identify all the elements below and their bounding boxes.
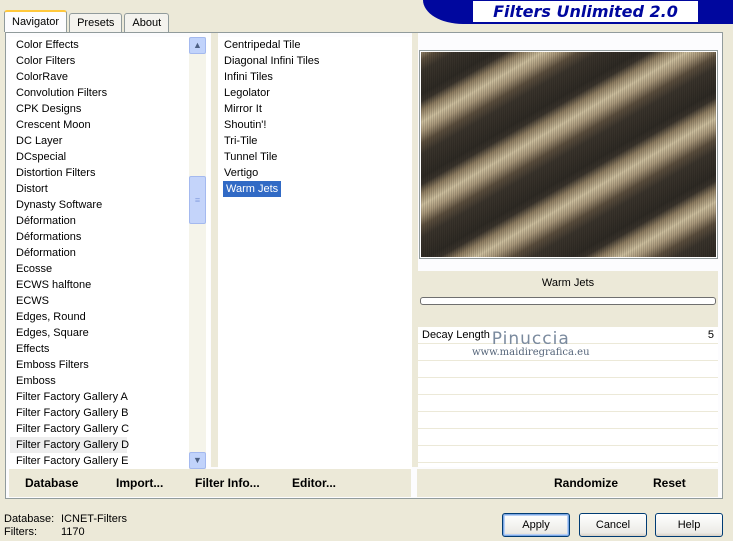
watermark-name: Pinuccia	[491, 329, 570, 349]
scroll-up-arrow-icon[interactable]: ▲	[189, 37, 206, 54]
category-item[interactable]: Filter Factory Gallery A	[10, 389, 210, 405]
param-value[interactable]: 5	[708, 329, 714, 341]
category-item[interactable]: Ecosse	[10, 261, 210, 277]
filters-count-value: 1170	[61, 526, 85, 538]
filter-item[interactable]: Legolator	[218, 85, 412, 101]
randomize-button[interactable]: Randomize	[554, 476, 618, 490]
filter-item[interactable]: Tri-Tile	[218, 133, 412, 149]
tab-navigator[interactable]: Navigator	[4, 10, 68, 32]
scroll-thumb[interactable]: ≡	[189, 176, 206, 224]
preview-filter-name: Warm Jets	[541, 277, 595, 289]
category-item[interactable]: Déformation	[10, 213, 210, 229]
tab-about[interactable]: About	[124, 13, 170, 32]
category-item[interactable]: Convolution Filters	[10, 85, 210, 101]
progress-bar	[420, 297, 716, 305]
reset-button[interactable]: Reset	[653, 476, 686, 490]
param-row-empty	[418, 446, 718, 463]
category-item[interactable]: Distort	[10, 181, 210, 197]
category-list[interactable]: Color Effects Color Filters ColorRave Co…	[10, 37, 210, 469]
category-item[interactable]: Crescent Moon	[10, 117, 210, 133]
category-item[interactable]: Déformations	[10, 229, 210, 245]
filter-item[interactable]: Mirror It	[218, 101, 412, 117]
filter-item-selected[interactable]: Warm Jets	[223, 181, 282, 197]
param-row-empty	[418, 429, 718, 446]
database-value: ICNET-Filters	[61, 513, 127, 525]
cancel-button[interactable]: Cancel	[579, 513, 647, 537]
app-title: Filters Unlimited 2.0	[473, 1, 698, 22]
database-button[interactable]: Database	[25, 476, 78, 490]
navigator-panel: Color Effects Color Filters ColorRave Co…	[5, 32, 723, 499]
filters-count-label: Filters:	[4, 526, 37, 538]
param-row-empty	[418, 395, 718, 412]
preview-image	[419, 50, 718, 259]
import-button[interactable]: Import...	[116, 476, 163, 490]
filter-item[interactable]: Tunnel Tile	[218, 149, 412, 165]
database-label: Database:	[4, 513, 55, 525]
category-item[interactable]: ColorRave	[10, 69, 210, 85]
category-item[interactable]: DC Layer	[10, 133, 210, 149]
filter-item[interactable]: Infini Tiles	[218, 69, 412, 85]
filter-item[interactable]: Diagonal Infini Tiles	[218, 53, 412, 69]
preview-toolbar: Randomize Reset	[417, 469, 718, 497]
category-item[interactable]: Effects	[10, 341, 210, 357]
filter-info-button[interactable]: Filter Info...	[195, 476, 260, 490]
category-item[interactable]: CPK Designs	[10, 101, 210, 117]
param-row-empty	[418, 378, 718, 395]
category-item[interactable]: ECWS	[10, 293, 210, 309]
category-item[interactable]: Emboss	[10, 373, 210, 389]
watermark-url: www.maidiregrafica.eu	[472, 347, 590, 358]
category-item[interactable]: Dynasty Software	[10, 197, 210, 213]
category-item[interactable]: Edges, Square	[10, 325, 210, 341]
category-item[interactable]: Edges, Round	[10, 309, 210, 325]
param-row-empty	[418, 412, 718, 429]
category-item[interactable]: Emboss Filters	[10, 357, 210, 373]
list-toolbar: Database Import... Filter Info... Editor…	[9, 469, 411, 497]
filter-list[interactable]: Centripedal Tile Diagonal Infini Tiles I…	[218, 37, 412, 469]
category-item[interactable]: Color Effects	[10, 37, 210, 53]
scroll-down-arrow-icon[interactable]: ▼	[189, 452, 206, 469]
watermark: Pinuccia www.maidiregrafica.eu	[472, 329, 590, 358]
filter-item[interactable]: Vertigo	[218, 165, 412, 181]
category-item[interactable]: Distortion Filters	[10, 165, 210, 181]
filter-name-band: Warm Jets	[418, 271, 718, 327]
category-item[interactable]: DCspecial	[10, 149, 210, 165]
database-info: Database: ICNET-Filters Filters: 1170	[4, 513, 127, 539]
tab-strip: Navigator Presets About	[4, 10, 171, 32]
category-item[interactable]: Déformation	[10, 245, 210, 261]
editor-button[interactable]: Editor...	[292, 476, 336, 490]
help-button[interactable]: Help	[655, 513, 723, 537]
app-banner: Filters Unlimited 2.0	[423, 0, 733, 24]
category-item-selected[interactable]: Filter Factory Gallery D	[10, 437, 129, 453]
category-item[interactable]: ECWS halftone	[10, 277, 210, 293]
category-item[interactable]: Filter Factory Gallery E	[10, 453, 210, 469]
tab-presets[interactable]: Presets	[69, 13, 123, 32]
category-item[interactable]: Color Filters	[10, 53, 210, 69]
category-item[interactable]: Filter Factory Gallery B	[10, 405, 210, 421]
filter-item[interactable]: Centripedal Tile	[218, 37, 412, 53]
category-scrollbar[interactable]: ▲ ≡ ▼	[189, 37, 206, 469]
param-row-empty	[418, 361, 718, 378]
list-divider	[211, 33, 218, 467]
filter-item[interactable]: Shoutin'!	[218, 117, 412, 133]
apply-button[interactable]: Apply	[502, 513, 570, 537]
category-item[interactable]: Filter Factory Gallery C	[10, 421, 210, 437]
